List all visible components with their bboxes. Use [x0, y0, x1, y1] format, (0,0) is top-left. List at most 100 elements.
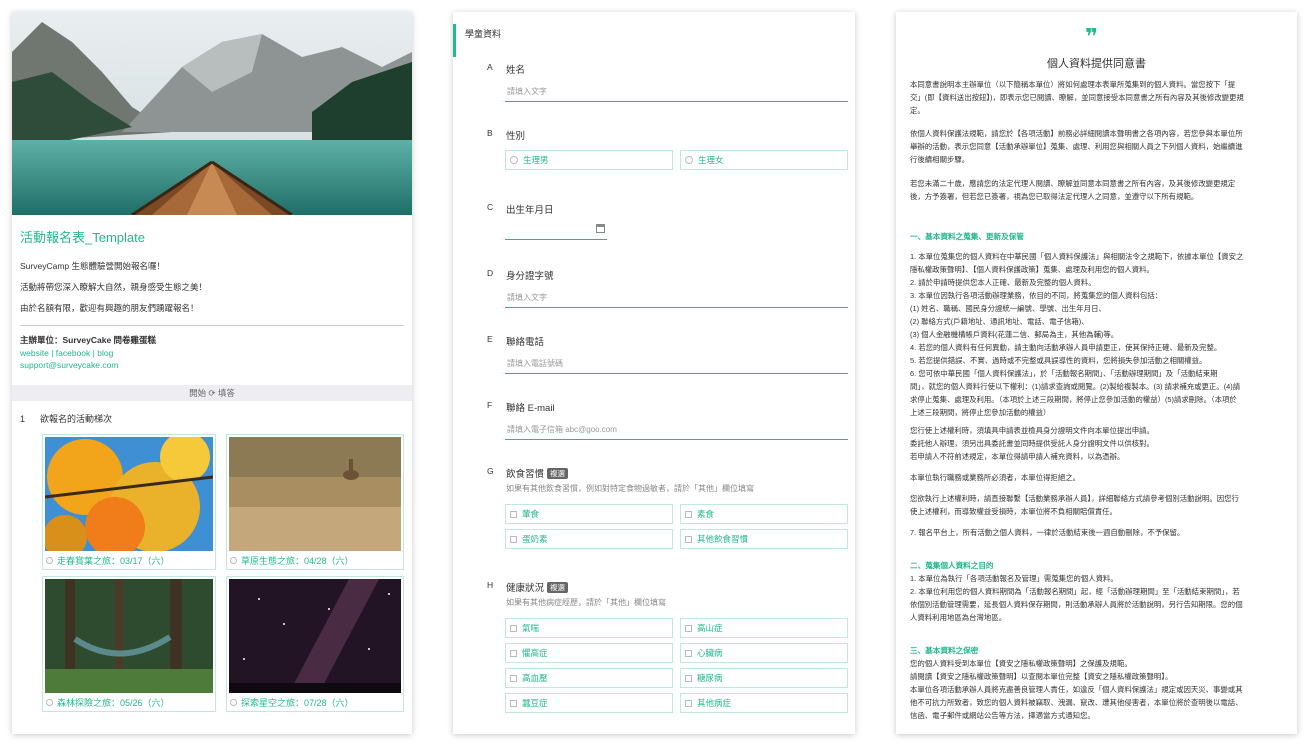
question-hint: 如果有其他病症經歷，請於「其他」欄位填寫	[506, 598, 666, 607]
checkbox-icon	[510, 699, 517, 707]
consent-section-text: 本單位執行職務或業務所必須者，本單位得拒絕之。	[910, 473, 1080, 482]
question-letter: G	[487, 466, 494, 476]
section-title: 學童資料	[453, 24, 855, 57]
question-label: 飲食習慣 複選	[506, 466, 569, 480]
autumn-leaves-image	[45, 437, 213, 551]
gender-option-male[interactable]: 生理男	[505, 150, 673, 170]
support-email-link[interactable]: support@surveycake.com	[20, 359, 404, 371]
health-option-heart[interactable]: 心臟病	[680, 643, 848, 663]
consent-title: 個人資料提供同意書	[1047, 58, 1146, 70]
survey-title: 活動報名表_Template	[20, 230, 145, 245]
question-letter: F	[487, 400, 493, 410]
calendar-icon[interactable]	[596, 224, 605, 233]
link-row: website | facebook | blog	[20, 348, 114, 358]
health-option-diabetes[interactable]: 糖尿病	[680, 668, 848, 688]
radio-circle-icon	[46, 556, 53, 564]
facebook-link[interactable]: facebook	[56, 348, 91, 358]
option-label: 心臟病	[697, 648, 723, 658]
consent-section-text: 1. 本單位為執行「各項活動報名及管理」需蒐集您的個人資料。 2. 本單位利用您…	[910, 574, 1243, 622]
consent-heading: 一、基本資料之蒐集、更新及保管	[910, 232, 1024, 241]
diet-option-other[interactable]: 其他飲食習慣	[680, 529, 848, 549]
option-label: 生理女	[698, 155, 724, 165]
session-option-spring[interactable]: 走春賞葉之旅：03/17（六）	[42, 434, 216, 570]
grassland-deer-image	[229, 437, 401, 551]
option-label: 生理男	[523, 155, 549, 165]
option-label: 懼高症	[522, 648, 548, 658]
option-label: 森林探險之旅：05/26（六）	[57, 697, 170, 708]
health-option-g6pd[interactable]: 蠶豆症	[505, 693, 673, 713]
question-label: 身分證字號	[506, 271, 554, 282]
question-letter: A	[487, 62, 493, 72]
blog-link[interactable]: blog	[97, 348, 113, 358]
question-hint: 如果有其他飲食習慣，例如對特定食物過敏者，請於「其他」欄位填寫	[506, 484, 754, 493]
question-label: 出生年月日	[506, 205, 554, 216]
session-option-starry[interactable]: 探索星空之旅：07/28（六）	[226, 576, 404, 712]
diet-option-meat[interactable]: 葷食	[505, 504, 673, 524]
question-label: 聯絡電話	[506, 337, 545, 348]
consent-section-text: 您欲執行上述權利時，請直接聯繫【活動業務承辦人員】，詳細聯絡方式請參考個別活動說…	[910, 494, 1239, 516]
checkbox-icon	[510, 674, 517, 682]
option-label: 蛋奶素	[522, 534, 548, 544]
health-option-asthma[interactable]: 氣喘	[505, 618, 673, 638]
quote-icon: ❞	[1085, 24, 1098, 49]
intro-line-2: 活動將帶您深入瞭解大自然，親身感受生態之美！	[20, 282, 208, 292]
checkbox-icon	[685, 624, 692, 632]
consent-section-text: 您行使上述權利時，須填具申請表並檢具身分證明文件向本單位提出申請。 委託他人辦理…	[910, 426, 1154, 461]
intro-line-1: SurveyCamp 生態體驗營開始報名囉！	[20, 261, 165, 271]
radio-circle-icon	[685, 156, 693, 164]
survey-cover-panel: 活動報名表_Template SurveyCamp 生態體驗營開始報名囉！ 活動…	[12, 12, 412, 734]
diet-option-lacto-ovo[interactable]: 蛋奶素	[505, 529, 673, 549]
consent-section-text: 您的個人資料受到本單位【資安之隱私權政策聲明】之保護及規範。 請閱讀【資安之隱私…	[910, 659, 1243, 720]
starry-sky-image	[229, 579, 401, 693]
question-1-header: 1 欲報名的活動梯次	[20, 413, 404, 425]
email-input[interactable]: 請填入電子信箱 abc@goo.com	[505, 424, 848, 440]
diet-option-vegetarian[interactable]: 素食	[680, 504, 848, 524]
start-survey-bar[interactable]: 開始 ⟳ 填答	[12, 385, 412, 401]
checkbox-icon	[685, 510, 692, 518]
question-letter: D	[487, 268, 494, 278]
option-label: 其他病症	[697, 698, 732, 708]
option-label: 蠶豆症	[522, 698, 548, 708]
consent-section-text: 1. 本單位蒐集您的個人資料在中華民國「個人資料保護法」與相關法令之規範下，依據…	[910, 252, 1244, 417]
question-label: 健康狀況 複選	[506, 580, 569, 594]
phone-input[interactable]: 請填入電話號碼	[505, 358, 848, 374]
option-label: 草原生態之旅：04/28（六）	[241, 555, 354, 566]
question-label: 姓名	[506, 65, 526, 76]
option-label: 高山症	[697, 623, 723, 633]
divider	[20, 325, 404, 326]
multi-select-tag: 複選	[547, 468, 569, 479]
health-option-other[interactable]: 其他病症	[680, 693, 848, 713]
student-info-panel: 學童資料 A 姓名 請填入文字 B 性別 生理男 生理女 C 出生年月日 D 身…	[453, 12, 855, 734]
hero-image-lake-boat	[12, 12, 412, 215]
checkbox-icon	[685, 674, 692, 682]
website-link[interactable]: website	[20, 348, 49, 358]
health-option-hypertension[interactable]: 高血壓	[505, 668, 673, 688]
option-label: 探索星空之旅：07/28（六）	[241, 697, 354, 708]
option-label: 糖尿病	[697, 673, 723, 683]
option-label: 素食	[697, 509, 715, 519]
multi-select-tag: 複選	[547, 582, 569, 593]
radio-circle-icon	[46, 698, 53, 706]
question-letter: C	[487, 202, 494, 212]
id-number-input[interactable]: 請填入文字	[505, 292, 848, 308]
question-label: 聯絡 E-mail	[506, 403, 555, 414]
session-option-grassland[interactable]: 草原生態之旅：04/28（六）	[226, 434, 404, 570]
session-option-forest[interactable]: 森林探險之旅：05/26（六）	[42, 576, 216, 712]
checkbox-icon	[510, 624, 517, 632]
question-letter: B	[487, 128, 493, 138]
gender-option-female[interactable]: 生理女	[680, 150, 848, 170]
consent-heading: 二、蒐集個人資料之目的	[910, 561, 994, 570]
radio-circle-icon	[510, 156, 518, 164]
name-input[interactable]: 請填入文字	[505, 86, 848, 102]
question-letter: E	[487, 334, 493, 344]
question-title: 欲報名的活動梯次	[40, 414, 113, 424]
consent-panel: ❞ 個人資料提供同意書 本同意書說明本主辦單位（以下簡稱本單位）將如何處理本表單…	[896, 12, 1297, 734]
intro-line-3: 由於名額有限，歡迎有興趣的朋友們踴躍報名！	[20, 303, 199, 313]
health-option-acrophobia[interactable]: 懼高症	[505, 643, 673, 663]
birthday-date-input[interactable]	[505, 224, 607, 240]
option-label: 葷食	[522, 509, 540, 519]
option-label: 高血壓	[522, 673, 548, 683]
health-option-altitude[interactable]: 高山症	[680, 618, 848, 638]
option-label: 其他飲食習慣	[697, 534, 749, 544]
checkbox-icon	[510, 535, 517, 543]
